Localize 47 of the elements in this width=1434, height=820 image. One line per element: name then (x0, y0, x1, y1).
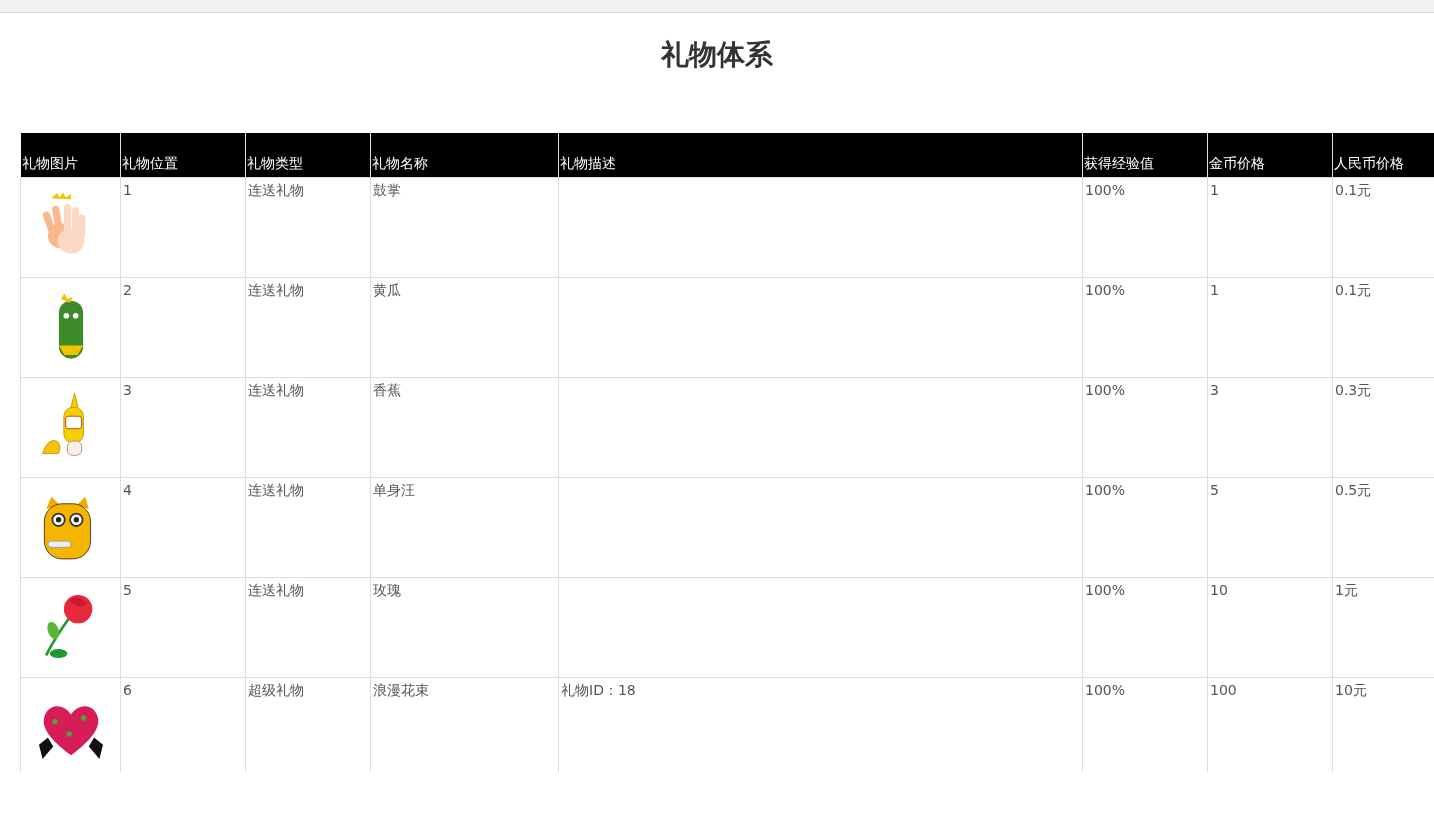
cucumber-icon (56, 290, 85, 361)
gift-name: 鼓掌 (373, 181, 401, 198)
experience-value: 100% (1085, 581, 1126, 598)
column-header: 获得经验值 (1082, 133, 1208, 177)
gift-type: 连送礼物 (248, 281, 304, 298)
page-title: 礼物体系 (660, 37, 774, 73)
experience-value: 100% (1085, 181, 1126, 198)
position-text: 1 (123, 181, 132, 198)
coin-price: 1 (1210, 181, 1219, 198)
rmb-price: 1元 (1335, 581, 1358, 598)
column-header: 礼物类型 (245, 133, 371, 177)
coin-price: 1 (1210, 281, 1219, 298)
column-header: 礼物名称 (370, 133, 559, 177)
column-header: 礼物描述 (558, 133, 1083, 177)
position-text: 5 (123, 581, 132, 598)
gift-name: 香蕉 (373, 381, 401, 398)
column-header: 人民币价格 (1332, 133, 1434, 177)
experience-value: 100% (1085, 481, 1126, 498)
rmb-price: 10元 (1335, 681, 1367, 698)
column-header: 礼物位置 (120, 133, 246, 177)
gift-type: 连送礼物 (248, 581, 304, 598)
position-text: 4 (123, 481, 132, 498)
experience-value: 100% (1085, 681, 1126, 698)
position-text: 3 (123, 381, 132, 398)
coin-price: 5 (1210, 481, 1219, 498)
gift-type: 连送礼物 (248, 481, 304, 498)
coin-price: 3 (1210, 381, 1219, 398)
column-header: 礼物图片 (20, 133, 121, 177)
experience-value: 100% (1085, 281, 1126, 298)
gift-description: 礼物ID：18 (561, 681, 636, 698)
gift-name: 玫瑰 (373, 581, 401, 598)
gift-name: 单身汪 (373, 481, 415, 498)
experience-value: 100% (1085, 381, 1126, 398)
position-text: 2 (123, 281, 132, 298)
gift-name: 浪漫花束 (373, 681, 429, 698)
rmb-price: 0.1元 (1335, 281, 1372, 298)
rmb-price: 0.1元 (1335, 181, 1372, 198)
column-header: 金币价格 (1207, 133, 1333, 177)
gift-type: 连送礼物 (248, 381, 304, 398)
position-text: 6 (123, 681, 132, 698)
coin-price: 100 (1210, 681, 1237, 698)
gift-type: 超级礼物 (248, 681, 304, 698)
gift-type: 连送礼物 (248, 181, 304, 198)
coin-price: 10 (1210, 581, 1228, 598)
rmb-price: 0.3元 (1335, 381, 1372, 398)
rmb-price: 0.5元 (1335, 481, 1372, 498)
gift-name: 黄瓜 (373, 281, 401, 298)
